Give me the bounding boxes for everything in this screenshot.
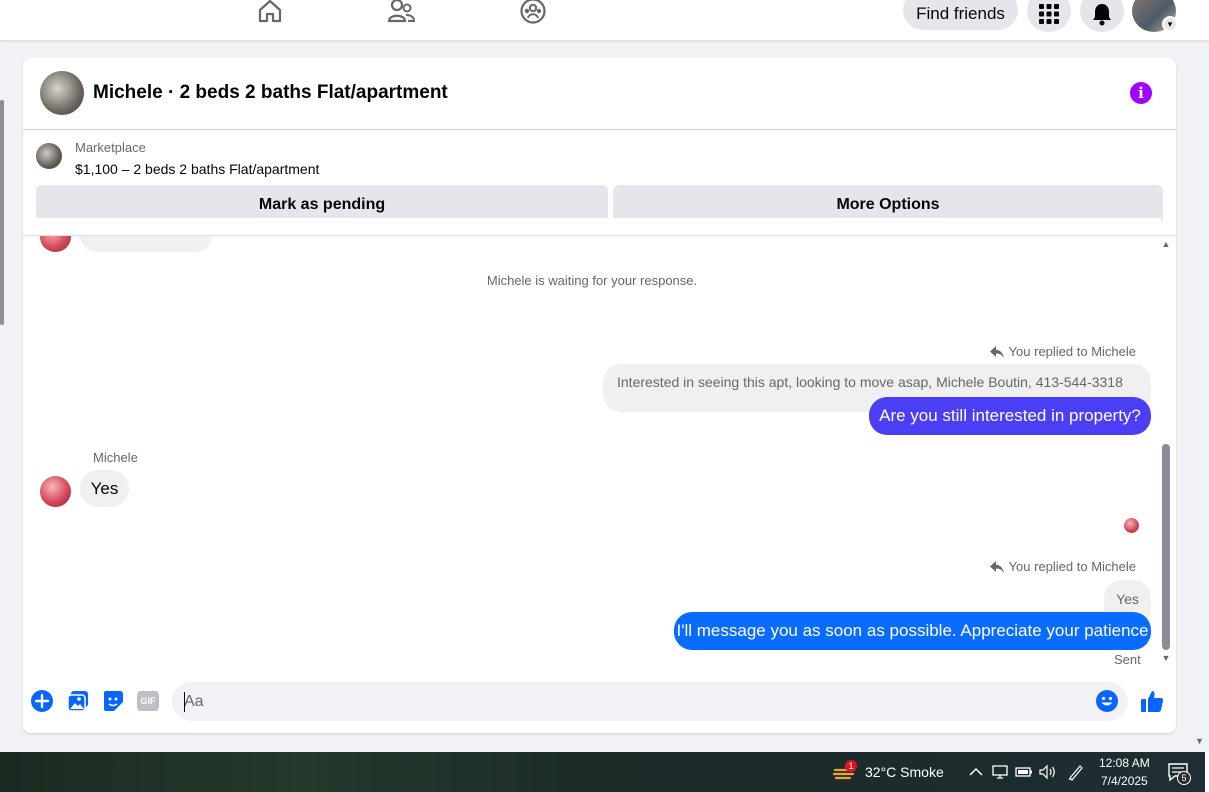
outgoing-message[interactable]: I'll message you as soon as possible. Ap… (674, 612, 1151, 650)
chevron-down-icon[interactable]: ▾ (1162, 16, 1178, 32)
find-friends-label: Find friends (916, 4, 1005, 23)
page-scroll-down-arrow[interactable]: ▼ (1195, 736, 1204, 746)
screen-edge (1205, 752, 1209, 792)
friends-icon[interactable] (386, 0, 416, 26)
windows-taskbar: 1 32°C Smoke 12:08 AM 7/4/2025 5 (0, 752, 1209, 792)
plus-icon[interactable] (30, 689, 54, 713)
grid-menu-icon (1039, 4, 1059, 24)
message-composer[interactable] (172, 682, 1128, 721)
bell-icon (1093, 4, 1111, 26)
replied-indicator: You replied to Michele (989, 344, 1136, 359)
sender-name: Michele (93, 450, 138, 465)
home-icon[interactable] (255, 0, 285, 26)
notifications-button[interactable] (1080, 0, 1124, 32)
scroll-up-arrow[interactable]: ▲ (1161, 239, 1171, 249)
seen-avatar (1124, 518, 1139, 533)
text-caret (184, 692, 185, 712)
gif-icon[interactable]: GIF (136, 689, 160, 713)
message-input[interactable] (184, 682, 1074, 721)
incoming-message[interactable]: Yes (80, 470, 129, 507)
volume-icon[interactable] (1039, 763, 1057, 781)
more-options-label: More Options (836, 195, 940, 213)
battery-icon[interactable] (1015, 763, 1033, 781)
weather-text[interactable]: 32°C Smoke (865, 764, 944, 780)
sent-status: Sent (1114, 652, 1141, 667)
outgoing-message[interactable]: Are you still interested in property? (869, 397, 1151, 435)
message-text: I'll message you as soon as possible. Ap… (676, 621, 1149, 640)
quoted-text: Interested in seeing this apt, looking t… (617, 374, 1123, 390)
sticker-icon[interactable] (101, 689, 125, 713)
replied-label: You replied to Michele (1008, 344, 1136, 359)
waiting-notice: Michele is waiting for your response. (486, 273, 698, 288)
scroll-down-arrow[interactable]: ▼ (1161, 653, 1171, 663)
notification-count: 5 (1177, 771, 1191, 785)
message-text: Are you still interested in property? (879, 406, 1141, 425)
conversation-title[interactable]: Michele · 2 beds 2 baths Flat/apartment (93, 82, 448, 104)
replied-indicator: You replied to Michele (989, 559, 1136, 574)
message-text: Yes (90, 478, 119, 498)
like-icon[interactable] (1140, 689, 1164, 713)
clock-date[interactable]: 7/4/2025 (1101, 774, 1148, 788)
replied-label: You replied to Michele (1008, 559, 1136, 574)
reply-icon (989, 560, 1004, 573)
page-scrollbar-left (0, 100, 4, 325)
chevron-up-icon[interactable] (967, 763, 985, 781)
reply-icon (989, 345, 1004, 358)
pen-icon[interactable] (1067, 763, 1085, 781)
conversation-avatar[interactable] (40, 71, 84, 115)
emoji-icon[interactable] (1096, 690, 1118, 712)
header-overlay (23, 218, 1161, 236)
photo-icon[interactable] (66, 689, 90, 713)
listing-title[interactable]: $1,100 – 2 beds 2 baths Flat/apartment (75, 161, 319, 177)
sender-avatar[interactable] (40, 476, 71, 507)
network-icon[interactable] (991, 763, 1009, 781)
weather-badge: 1 (845, 760, 857, 772)
quoted-text: Yes (1116, 591, 1139, 607)
listing-thumbnail[interactable] (36, 143, 62, 169)
mark-as-pending-label: Mark as pending (258, 195, 386, 213)
info-icon[interactable]: i (1130, 82, 1152, 104)
chat-header: Michele · 2 beds 2 baths Flat/apartment … (23, 58, 1176, 130)
scrollbar-thumb[interactable] (1162, 444, 1170, 650)
top-navigation-bar: Find friends ▾ (0, 0, 1209, 41)
clock-time[interactable]: 12:08 AM (1099, 756, 1150, 770)
find-friends-button[interactable]: Find friends (903, 0, 1018, 30)
marketplace-label: Marketplace (75, 140, 146, 155)
gif-label: GIF (137, 691, 159, 711)
divider (23, 235, 1176, 236)
chat-panel: Michele · 2 beds 2 baths Flat/apartment … (23, 58, 1176, 733)
groups-icon[interactable] (518, 0, 548, 26)
menu-button[interactable] (1027, 0, 1071, 32)
